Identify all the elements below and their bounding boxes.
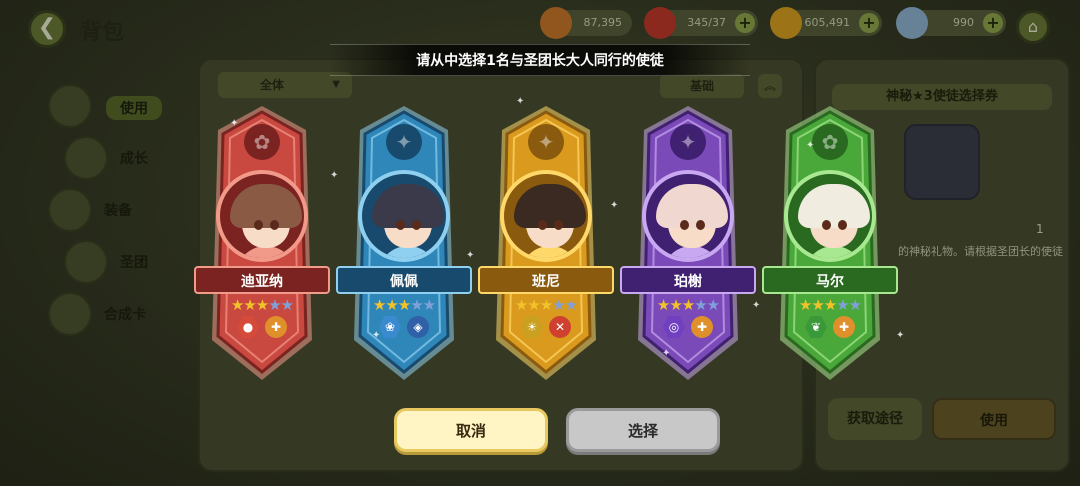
character-badges: ☀ ✕: [512, 316, 580, 338]
star-icon: ★: [694, 296, 707, 314]
character-name: 马尔: [762, 266, 898, 294]
character-portrait: [784, 170, 876, 262]
character-name: 迪亚纳: [194, 266, 330, 294]
star-rating: ★★★★★: [218, 296, 306, 314]
healer-cross-icon: ✚: [833, 316, 855, 338]
star-icon: ✦: [386, 124, 422, 160]
star-icon: ★: [823, 296, 837, 314]
star-icon: ★: [656, 296, 670, 314]
character-name: 班尼: [478, 266, 614, 294]
character-card[interactable]: ✦ 班尼 ★★★★★ ☀ ✕: [478, 104, 614, 382]
dark-swirl-icon: ◎: [663, 316, 685, 338]
nature-leaf-icon: ❦: [805, 316, 827, 338]
character-badges: ● ✚: [228, 316, 296, 338]
star-icon: ★: [410, 296, 423, 314]
character-badges: ❦ ✚: [796, 316, 864, 338]
sparkle-icon: ✦: [610, 200, 619, 211]
star-icon: ✦: [528, 124, 564, 160]
light-sun-icon: ☀: [521, 316, 543, 338]
character-badges: ◎ ✚: [654, 316, 722, 338]
star-icon: ★: [681, 296, 695, 314]
star-icon: ★: [397, 296, 411, 314]
sparkle-icon: ✦: [516, 96, 525, 107]
star-icon: ★: [811, 296, 824, 314]
star-icon: ★: [798, 296, 812, 314]
paw-icon: ✿: [244, 124, 280, 160]
sparkle-icon: ✦: [662, 348, 671, 359]
star-rating: ★★★★★: [360, 296, 448, 314]
star-icon: ★: [706, 296, 720, 314]
star-icon: ★: [255, 296, 269, 314]
cancel-button[interactable]: 取消: [394, 408, 548, 452]
star-icon: ★: [848, 296, 862, 314]
star-rating: ★★★★★: [502, 296, 590, 314]
swords-icon: ✕: [549, 316, 571, 338]
star-icon: ★: [230, 296, 244, 314]
star-rating: ★★★★★: [644, 296, 732, 314]
fire-drop-icon: ●: [237, 316, 259, 338]
star-icon: ★: [385, 296, 398, 314]
star-icon: ★: [268, 296, 281, 314]
star-icon: ★: [669, 296, 682, 314]
character-card[interactable]: ✿ 迪亚纳 ★★★★★ ● ✚: [194, 104, 330, 382]
sparkle-icon: ✦: [896, 330, 905, 341]
character-portrait: [216, 170, 308, 262]
character-card[interactable]: ✿ 马尔 ★★★★★ ❦ ✚: [762, 104, 898, 382]
character-card[interactable]: ✦ 佩佩 ★★★★★ ❀ ◈: [336, 104, 472, 382]
star-icon: ★: [243, 296, 256, 314]
sparkle-icon: ✦: [752, 300, 761, 311]
star-icon: ✦: [670, 124, 706, 160]
star-icon: ★: [372, 296, 386, 314]
sparkle-icon: ✦: [372, 330, 381, 341]
star-icon: ★: [564, 296, 578, 314]
character-portrait: [358, 170, 450, 262]
star-rating: ★★★★★: [786, 296, 874, 314]
water-flower-icon: ❀: [379, 316, 401, 338]
sparkle-icon: ✦: [230, 118, 239, 129]
star-icon: ★: [539, 296, 553, 314]
healer-cross-icon: ✚: [265, 316, 287, 338]
star-icon: ★: [836, 296, 849, 314]
character-name: 佩佩: [336, 266, 472, 294]
healer-cross-icon: ✚: [691, 316, 713, 338]
star-icon: ★: [422, 296, 436, 314]
star-icon: ★: [552, 296, 565, 314]
character-card[interactable]: ✦ 珀榭 ★★★★★ ◎ ✚: [620, 104, 756, 382]
sparkle-icon: ✦: [330, 170, 339, 181]
star-icon: ★: [514, 296, 528, 314]
sparkle-icon: ✦: [806, 140, 815, 151]
select-button[interactable]: 选择: [566, 408, 720, 452]
character-name: 珀榭: [620, 266, 756, 294]
character-portrait: [500, 170, 592, 262]
sparkle-icon: ✦: [466, 250, 475, 261]
character-portrait: [642, 170, 734, 262]
star-icon: ★: [280, 296, 294, 314]
shield-icon: ◈: [407, 316, 429, 338]
paw-icon: ✿: [812, 124, 848, 160]
star-icon: ★: [527, 296, 540, 314]
modal-title: 请从中选择1名与圣团长大人同行的使徒: [330, 44, 750, 76]
